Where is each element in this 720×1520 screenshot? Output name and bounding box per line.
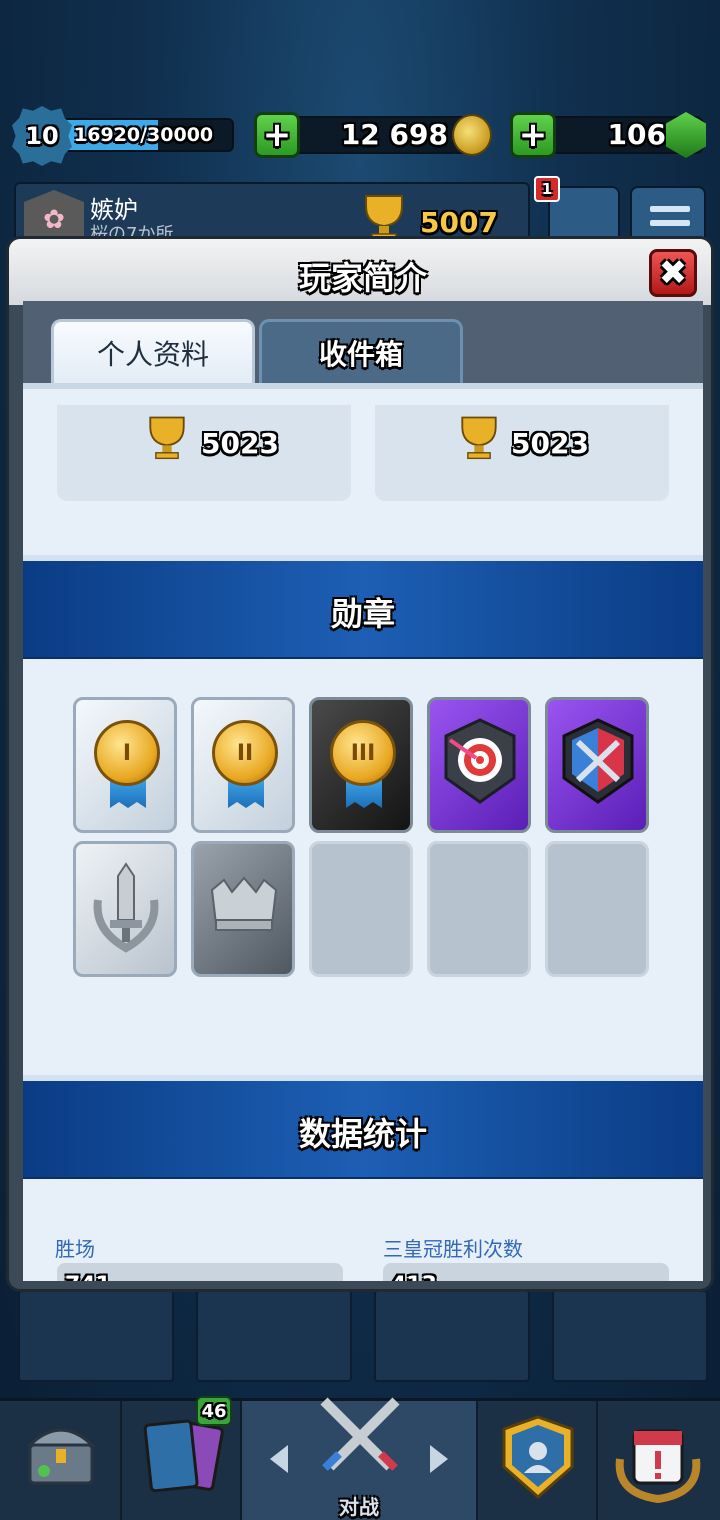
cards-icon xyxy=(143,1419,224,1493)
nav-battle-label: 对战 xyxy=(339,1495,379,1519)
buy-gold-button[interactable]: + xyxy=(254,112,300,158)
trophy-icon xyxy=(365,195,403,241)
trophy-icon xyxy=(149,416,185,460)
modal-body: 个人资料 收件箱 5023 5023 勋章 I II III 数据统计 胜场 三… xyxy=(23,301,703,1281)
badges-title: 勋章 xyxy=(330,595,395,633)
silver-crown-icon xyxy=(210,876,278,931)
clan-shield-icon xyxy=(502,1415,574,1499)
medal-i-icon: I xyxy=(94,720,160,786)
crossed-swords-icon xyxy=(562,718,634,804)
medal-ii-icon: II xyxy=(212,720,278,786)
profile-content[interactable]: 5023 5023 勋章 I II III 数据统计 胜场 三皇冠胜利次数 xyxy=(23,383,703,1281)
level-badge[interactable]: 10 xyxy=(12,106,72,166)
nav-clan[interactable] xyxy=(478,1401,598,1520)
stat-value-wins: 741 xyxy=(65,1273,111,1281)
stat-box-wins: 741 xyxy=(57,1263,343,1281)
deck-slot xyxy=(374,1290,530,1382)
badge-medal-i[interactable]: I xyxy=(73,697,177,833)
stat-box-three-crown: 413 xyxy=(383,1263,669,1281)
cards-count-badge: 46 xyxy=(196,1396,232,1426)
deck-slot xyxy=(552,1290,708,1382)
player-trophies: 5007 xyxy=(420,206,498,239)
modal-header: 玩家简介 ✖ xyxy=(9,239,711,305)
gem-value: 106 xyxy=(607,118,666,151)
events-calendar-icon xyxy=(615,1429,701,1503)
buy-gems-button[interactable]: + xyxy=(510,112,556,158)
badge-slot-empty xyxy=(427,841,531,977)
trophy-value: 5023 xyxy=(201,427,279,460)
notification-badge: 1 xyxy=(534,176,560,202)
stat-value-three-crown: 413 xyxy=(391,1273,437,1281)
menu-icon xyxy=(650,206,690,212)
badge-crossed-swords[interactable] xyxy=(545,697,649,833)
nav-events[interactable] xyxy=(598,1401,720,1520)
badge-medal-iii[interactable]: III xyxy=(309,697,413,833)
trophy-card-best: 5023 xyxy=(375,405,669,501)
badge-silver-sword[interactable] xyxy=(73,841,177,977)
bottom-nav: 对战 xyxy=(0,1397,720,1520)
tab-inbox[interactable]: 收件箱 xyxy=(259,319,463,383)
crossed-swords-icon xyxy=(320,1397,400,1471)
trophy-card-current: 5023 xyxy=(57,405,351,501)
stat-label-wins: 胜场 xyxy=(55,1237,95,1261)
close-button[interactable]: ✖ xyxy=(649,249,697,297)
trophy-icon xyxy=(461,416,497,460)
stats-title: 数据统计 xyxy=(298,1115,427,1153)
badge-slot-empty xyxy=(545,841,649,977)
badge-medal-ii[interactable]: II xyxy=(191,697,295,833)
gold-coin-icon xyxy=(452,114,492,156)
nav-next-icon[interactable] xyxy=(430,1445,448,1473)
xp-bar: 16920/30000 xyxy=(60,118,234,152)
nav-prev-icon[interactable] xyxy=(270,1445,288,1473)
stats-banner: 数据统计 xyxy=(23,1075,703,1179)
badge-slot-empty xyxy=(309,841,413,977)
target-icon xyxy=(444,718,516,804)
deck-slot xyxy=(196,1290,352,1382)
badge-silver-crown[interactable] xyxy=(191,841,295,977)
deck-slot xyxy=(18,1290,174,1382)
badge-target[interactable] xyxy=(427,697,531,833)
nav-battle[interactable]: 对战 xyxy=(242,1397,478,1520)
medal-iii-icon: III xyxy=(330,720,396,786)
trophy-value: 5023 xyxy=(511,427,589,460)
player-profile-modal: 玩家简介 ✖ 个人资料 收件箱 5023 5023 勋章 I II III 数据… xyxy=(6,236,714,1292)
treasure-chest-icon xyxy=(26,1428,96,1485)
stat-label-three-crown: 三皇冠胜利次数 xyxy=(383,1237,523,1261)
tab-profile[interactable]: 个人资料 xyxy=(51,319,255,383)
silver-sword-icon xyxy=(93,862,159,953)
xp-text: 16920/30000 xyxy=(74,124,214,146)
modal-title: 玩家简介 xyxy=(298,259,427,297)
gold-value: 12 698 xyxy=(340,118,448,151)
nav-shop[interactable] xyxy=(0,1401,122,1520)
badges-banner: 勋章 xyxy=(23,555,703,659)
top-bar: 16920/30000 10 + 12 698 + 106 xyxy=(0,100,720,166)
